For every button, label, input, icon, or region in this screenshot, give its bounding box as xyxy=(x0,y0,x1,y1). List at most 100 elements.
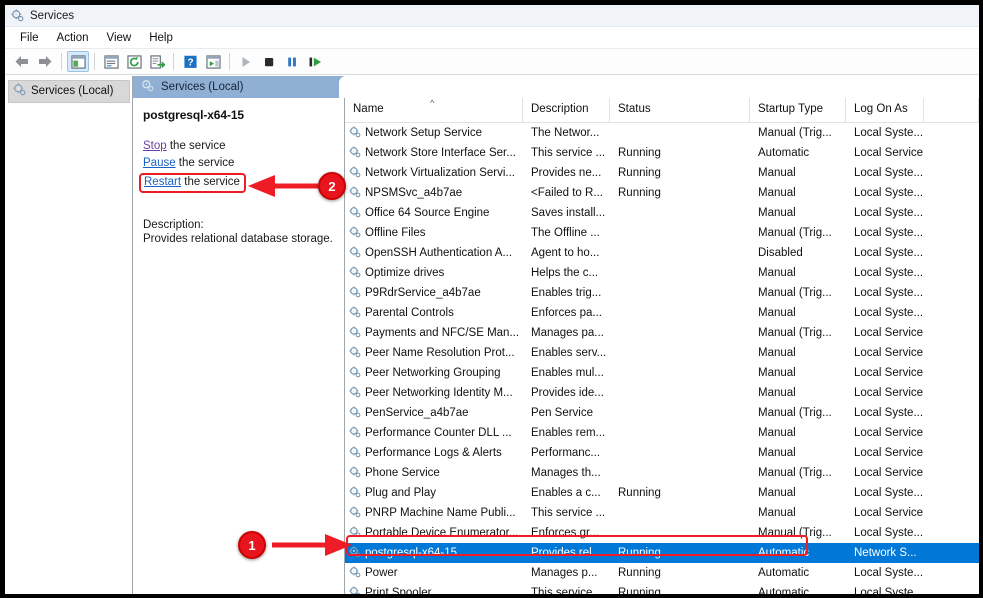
service-name-text: OpenSSH Authentication A... xyxy=(365,247,512,259)
services-window: Services File Action View Help xyxy=(5,5,979,594)
column-header-status[interactable]: Status xyxy=(610,98,750,122)
table-row[interactable]: Parental ControlsEnforces pa...ManualLoc… xyxy=(345,303,979,323)
list-rows-container: Network Setup ServiceThe Networ...Manual… xyxy=(345,123,979,594)
cell-startup-type: Manual xyxy=(750,427,846,439)
cell-log-on-as: Local Syste... xyxy=(846,247,924,259)
column-header-filler xyxy=(924,98,979,122)
menu-view[interactable]: View xyxy=(98,30,141,46)
table-row[interactable]: Network Store Interface Ser...This servi… xyxy=(345,143,979,163)
cell-name: Peer Networking Identity M... xyxy=(345,386,523,401)
pause-link-rest: the service xyxy=(176,157,235,169)
cell-log-on-as: Local Syste... xyxy=(846,307,924,319)
cell-startup-type: Manual xyxy=(750,367,846,379)
show-hide-tree-icon[interactable] xyxy=(67,51,89,72)
column-header-startup-type[interactable]: Startup Type xyxy=(750,98,846,122)
refresh-icon[interactable] xyxy=(123,51,145,72)
cell-startup-type: Automatic xyxy=(750,587,846,594)
menu-file[interactable]: File xyxy=(11,30,48,46)
table-row[interactable]: Peer Name Resolution Prot...Enables serv… xyxy=(345,343,979,363)
cell-status: Running xyxy=(610,147,750,159)
stop-service-icon[interactable] xyxy=(258,51,280,72)
table-row[interactable]: PenService_a4b7aePen ServiceManual (Trig… xyxy=(345,403,979,423)
service-gear-icon xyxy=(349,306,361,321)
table-row[interactable]: Print SpoolerThis service ...RunningAuto… xyxy=(345,583,979,594)
service-name-text: Peer Networking Grouping xyxy=(365,367,501,379)
table-row[interactable]: NPSMSvc_a4b7ae<Failed to R...RunningManu… xyxy=(345,183,979,203)
service-gear-icon xyxy=(349,246,361,261)
service-gear-icon xyxy=(349,466,361,481)
title-bar: Services xyxy=(5,5,979,27)
show-action-pane-icon[interactable] xyxy=(202,51,224,72)
table-row[interactable]: Peer Networking GroupingEnables mul...Ma… xyxy=(345,363,979,383)
table-row[interactable]: Payments and NFC/SE Man...Manages pa...M… xyxy=(345,323,979,343)
properties-icon[interactable] xyxy=(100,51,122,72)
cell-log-on-as: Local Syste... xyxy=(846,407,924,419)
service-name-text: Office 64 Source Engine xyxy=(365,207,489,219)
restart-link-rest: the service xyxy=(181,176,240,188)
cell-startup-type: Manual (Trig... xyxy=(750,527,846,539)
restart-the-service-link[interactable]: Restart the service xyxy=(139,173,246,193)
table-row[interactable]: Performance Logs & AlertsPerformanc...Ma… xyxy=(345,443,979,463)
help-icon[interactable]: ? xyxy=(179,51,201,72)
restart-link-text[interactable]: Restart xyxy=(144,176,181,188)
export-list-icon[interactable] xyxy=(146,51,168,72)
description-text: Provides relational database storage. xyxy=(143,232,334,246)
table-row[interactable]: Network Setup ServiceThe Networ...Manual… xyxy=(345,123,979,143)
table-row[interactable]: OpenSSH Authentication A...Agent to ho..… xyxy=(345,243,979,263)
menu-help[interactable]: Help xyxy=(140,30,182,46)
table-row[interactable]: Network Virtualization Servi...Provides … xyxy=(345,163,979,183)
tree-node-services-local[interactable]: Services (Local) xyxy=(8,80,130,103)
cell-log-on-as: Local Service xyxy=(846,447,924,459)
cell-description: Enables serv... xyxy=(523,347,610,359)
table-row[interactable]: Office 64 Source EngineSaves install...M… xyxy=(345,203,979,223)
table-row[interactable]: Portable Device Enumerator...Enforces gr… xyxy=(345,523,979,543)
menu-action[interactable]: Action xyxy=(48,30,98,46)
pane-split: postgresql-x64-15 Stop the service Pause… xyxy=(133,98,979,594)
cell-startup-type: Manual xyxy=(750,387,846,399)
column-header-name[interactable]: Name ^ xyxy=(345,98,523,122)
forward-icon[interactable] xyxy=(34,51,56,72)
table-row[interactable]: Peer Networking Identity M...Provides id… xyxy=(345,383,979,403)
postgresql-service-row[interactable]: postgresql-x64-15Provides rel...RunningA… xyxy=(345,543,979,563)
table-row[interactable]: PNRP Machine Name Publi...This service .… xyxy=(345,503,979,523)
pause-link-text[interactable]: Pause xyxy=(143,157,176,169)
cell-log-on-as: Local Syste... xyxy=(846,207,924,219)
cell-startup-type: Manual xyxy=(750,167,846,179)
service-gear-icon xyxy=(349,426,361,441)
table-row[interactable]: Performance Counter DLL ...Enables rem..… xyxy=(345,423,979,443)
stop-the-service-link[interactable]: Stop the service xyxy=(143,138,334,155)
cell-startup-type: Manual xyxy=(750,507,846,519)
back-icon[interactable] xyxy=(11,51,33,72)
service-details-panel: postgresql-x64-15 Stop the service Pause… xyxy=(133,98,345,594)
stop-link-rest: the service xyxy=(167,140,226,152)
table-row[interactable]: Phone ServiceManages th...Manual (Trig..… xyxy=(345,463,979,483)
cell-name: Power xyxy=(345,566,523,581)
cell-description: Enables a c... xyxy=(523,487,610,499)
service-name-text: postgresql-x64-15 xyxy=(365,547,457,559)
column-header-description[interactable]: Description xyxy=(523,98,610,122)
start-service-icon[interactable] xyxy=(235,51,257,72)
table-row[interactable]: Offline FilesThe Offline ...Manual (Trig… xyxy=(345,223,979,243)
pause-the-service-link[interactable]: Pause the service xyxy=(143,155,334,172)
table-row[interactable]: P9RdrService_a4b7aeEnables trig...Manual… xyxy=(345,283,979,303)
cell-startup-type: Disabled xyxy=(750,247,846,259)
services-gear-icon xyxy=(11,9,24,22)
service-gear-icon xyxy=(349,366,361,381)
selected-service-name: postgresql-x64-15 xyxy=(143,108,334,122)
service-gear-icon xyxy=(349,226,361,241)
table-row[interactable]: Optimize drivesHelps the c...ManualLocal… xyxy=(345,263,979,283)
service-gear-icon xyxy=(349,566,361,581)
service-name-text: Performance Logs & Alerts xyxy=(365,447,502,459)
pause-service-icon[interactable] xyxy=(281,51,303,72)
cell-name: Optimize drives xyxy=(345,266,523,281)
tab-services-local[interactable]: Services (Local) xyxy=(133,79,243,95)
service-name-text: Portable Device Enumerator... xyxy=(365,527,518,539)
service-name-text: Optimize drives xyxy=(365,267,444,279)
table-row[interactable]: Plug and PlayEnables a c...RunningManual… xyxy=(345,483,979,503)
restart-service-icon[interactable] xyxy=(304,51,326,72)
stop-link-text[interactable]: Stop xyxy=(143,140,167,152)
toolbar-separator-3 xyxy=(173,53,174,70)
column-header-log-on-as[interactable]: Log On As xyxy=(846,98,924,122)
services-gear-icon xyxy=(141,79,154,95)
table-row[interactable]: PowerManages p...RunningAutomaticLocal S… xyxy=(345,563,979,583)
